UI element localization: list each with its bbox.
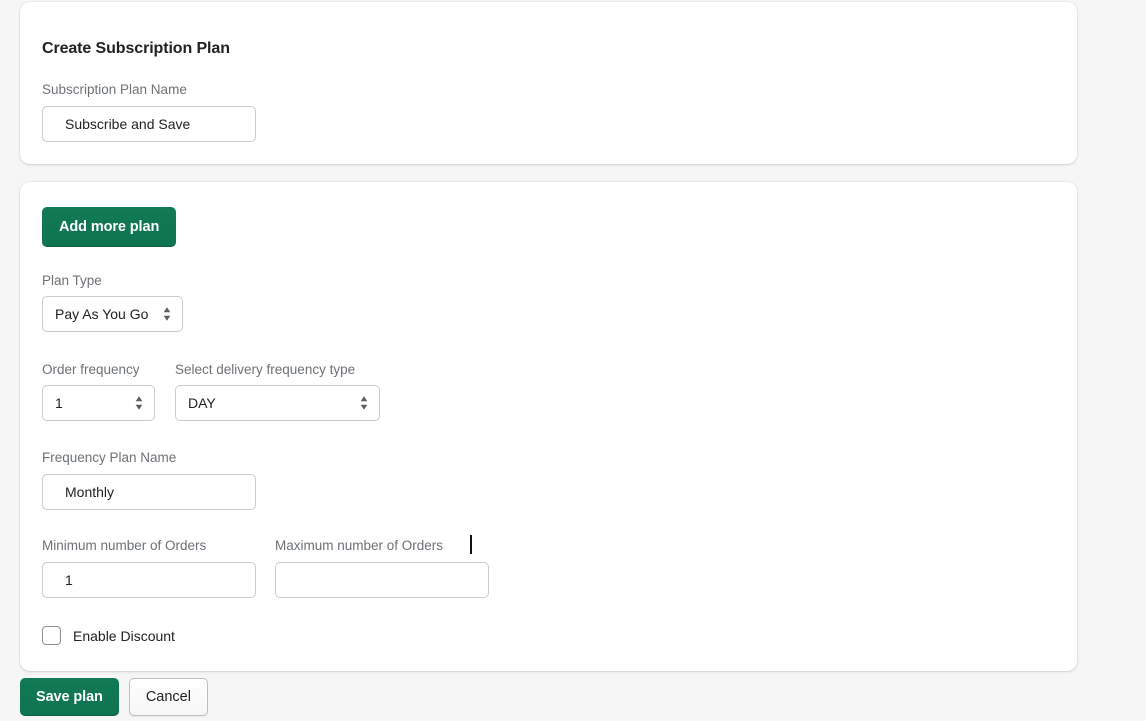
save-plan-button[interactable]: Save plan (20, 678, 119, 716)
form-actions: Save plan Cancel (20, 678, 208, 716)
create-subscription-plan-card: Create Subscription Plan Subscription Pl… (20, 2, 1077, 164)
frequency-plan-name-label: Frequency Plan Name (42, 450, 177, 465)
page-title: Create Subscription Plan (42, 39, 230, 57)
order-frequency-label: Order frequency (42, 362, 140, 377)
delivery-frequency-type-label: Select delivery frequency type (175, 362, 356, 377)
delivery-frequency-type-select[interactable]: DAY (175, 385, 380, 421)
delivery-frequency-selected-value: DAY (188, 395, 216, 411)
chevron-up-down-icon (134, 394, 144, 412)
plan-details-card: Add more plan Plan Type Pay As You Go Or… (20, 182, 1077, 671)
text-caret (470, 535, 472, 554)
minimum-orders-input[interactable] (42, 562, 256, 598)
chevron-up-down-icon (162, 305, 172, 323)
subscription-plan-name-label: Subscription Plan Name (42, 82, 187, 97)
checkbox-unchecked-icon[interactable] (42, 626, 61, 645)
page-root: Create Subscription Plan Subscription Pl… (0, 0, 1146, 721)
enable-discount-label: Enable Discount (73, 627, 175, 644)
order-frequency-selected-value: 1 (55, 395, 63, 411)
frequency-plan-name-input[interactable] (42, 474, 256, 510)
maximum-orders-input[interactable] (275, 562, 489, 598)
plan-type-label: Plan Type (42, 273, 102, 288)
enable-discount-row[interactable]: Enable Discount (42, 626, 175, 645)
chevron-up-down-icon (359, 394, 369, 412)
plan-type-select[interactable]: Pay As You Go (42, 296, 183, 332)
plan-type-selected-value: Pay As You Go (55, 306, 149, 322)
order-frequency-select[interactable]: 1 (42, 385, 155, 421)
cancel-button[interactable]: Cancel (128, 678, 208, 716)
minimum-orders-label: Minimum number of Orders (42, 538, 207, 553)
add-more-plan-button[interactable]: Add more plan (42, 207, 177, 247)
subscription-plan-name-input[interactable] (42, 106, 256, 142)
maximum-orders-label: Maximum number of Orders (275, 538, 444, 553)
